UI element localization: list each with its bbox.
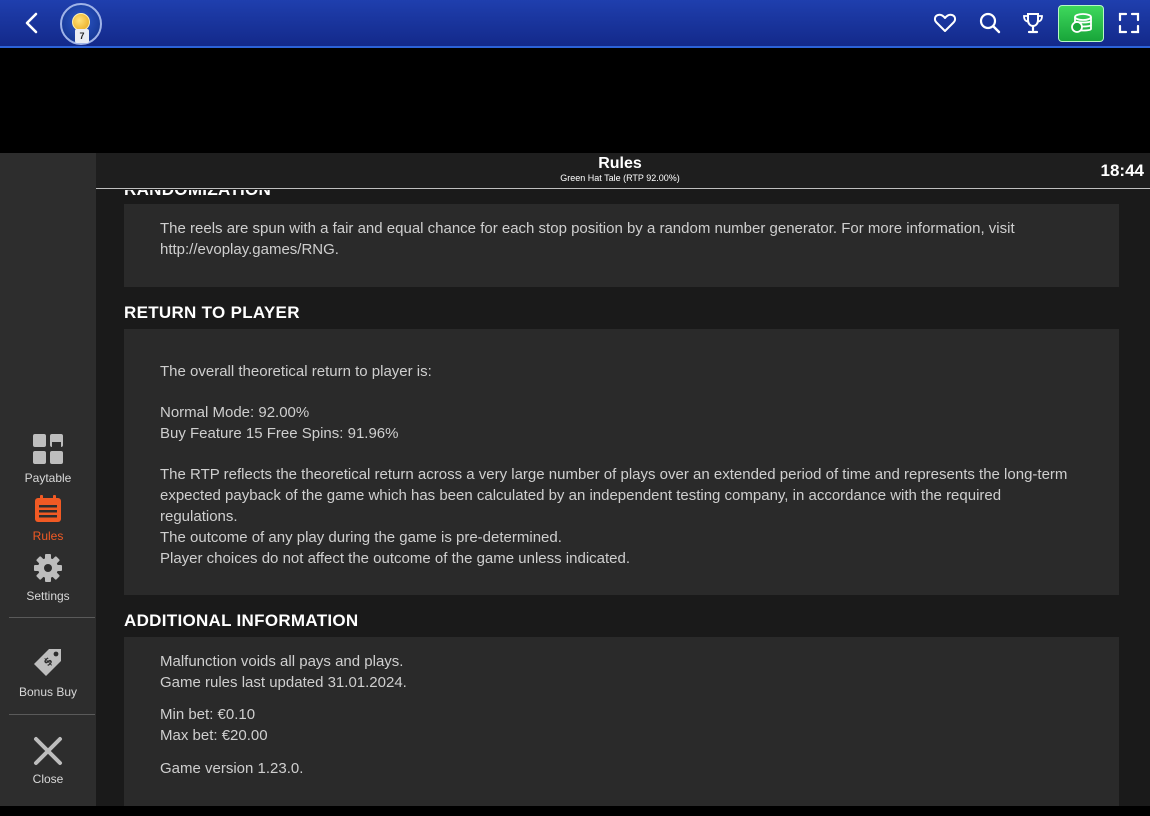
trophy-icon[interactable]	[1020, 10, 1046, 36]
sidebar-item-label: Settings	[26, 589, 70, 603]
sidebar-item-label: Paytable	[24, 471, 72, 485]
game-subtitle: Green Hat Tale (RTP 92.00%)	[560, 173, 680, 183]
rtp-outcome: The outcome of any play during the game …	[160, 529, 562, 546]
search-icon[interactable]	[977, 10, 1003, 36]
sidebar-item-label: Close	[32, 772, 64, 786]
sidebar-item-close[interactable]: Close	[0, 736, 96, 786]
additional-panel: Malfunction voids all pays and plays. Ga…	[124, 637, 1119, 806]
section-heading-additional: ADDITIONAL INFORMATION	[124, 611, 359, 630]
sidebar-item-bonus-buy[interactable]: $ Bonus Buy	[0, 647, 96, 699]
malfunction-text: Malfunction voids all pays and plays.	[160, 653, 404, 670]
bottom-edge	[0, 806, 1150, 816]
avatar-level-badge: 7	[75, 29, 89, 43]
game-version-text: Game version 1.23.0.	[160, 760, 304, 777]
chevron-left-icon[interactable]	[20, 10, 46, 36]
rtp-description: The RTP reflects the theoretical return …	[160, 466, 1068, 525]
price-tag-icon: $	[34, 649, 61, 676]
section-heading-rtp: RETURN TO PLAYER	[124, 303, 300, 322]
heart-icon[interactable]	[932, 10, 958, 36]
gear-icon	[34, 554, 62, 582]
sidebar-item-paytable[interactable]: Paytable	[0, 433, 96, 485]
game-canvas-area	[0, 50, 1150, 153]
max-bet-text: Max bet: €20.00	[160, 727, 268, 744]
randomization-text: The reels are spun with a fair and equal…	[160, 220, 1015, 258]
rules-header: Rules Green Hat Tale (RTP 92.00%) 18:44	[96, 153, 1150, 189]
sidebar: Paytable Rules Settings $ Bonus Buy Clos…	[0, 153, 96, 806]
avatar[interactable]: 7	[60, 3, 102, 45]
sidebar-item-settings[interactable]: Settings	[0, 553, 96, 603]
rules-calendar-icon	[35, 495, 61, 522]
rtp-intro: The overall theoretical return to player…	[160, 363, 432, 380]
section-heading-randomization: RANDOMIZATION	[124, 190, 271, 200]
clock: 18:44	[1100, 161, 1144, 180]
rtp-panel: The overall theoretical return to player…	[124, 329, 1119, 595]
randomization-panel: The reels are spun with a fair and equal…	[124, 204, 1119, 287]
sidebar-divider	[9, 617, 95, 618]
rules-updated-text: Game rules last updated 31.01.2024.	[160, 674, 407, 691]
page-title: Rules	[598, 155, 642, 172]
rtp-buy-feature: Buy Feature 15 Free Spins: 91.96%	[160, 425, 399, 442]
paytable-grid-icon	[33, 434, 63, 464]
min-bet-text: Min bet: €0.10	[160, 706, 256, 723]
rtp-choices: Player choices do not affect the outcome…	[160, 550, 631, 567]
cashier-button[interactable]	[1058, 5, 1104, 42]
sidebar-divider	[9, 714, 95, 715]
sidebar-item-label: Rules	[32, 529, 64, 543]
close-icon	[34, 737, 62, 765]
sidebar-item-label: Bonus Buy	[18, 685, 78, 699]
cashier-icon	[1071, 13, 1092, 33]
rules-panel: Paytable Rules Settings $ Bonus Buy Clos…	[0, 153, 1150, 816]
rules-content[interactable]: RANDOMIZATION The reels are spun with a …	[96, 190, 1150, 806]
rtp-normal-mode: Normal Mode: 92.00%	[160, 404, 310, 421]
sidebar-item-rules[interactable]: Rules	[0, 495, 96, 543]
top-bar: 7	[0, 0, 1150, 48]
fullscreen-icon[interactable]	[1116, 10, 1142, 36]
